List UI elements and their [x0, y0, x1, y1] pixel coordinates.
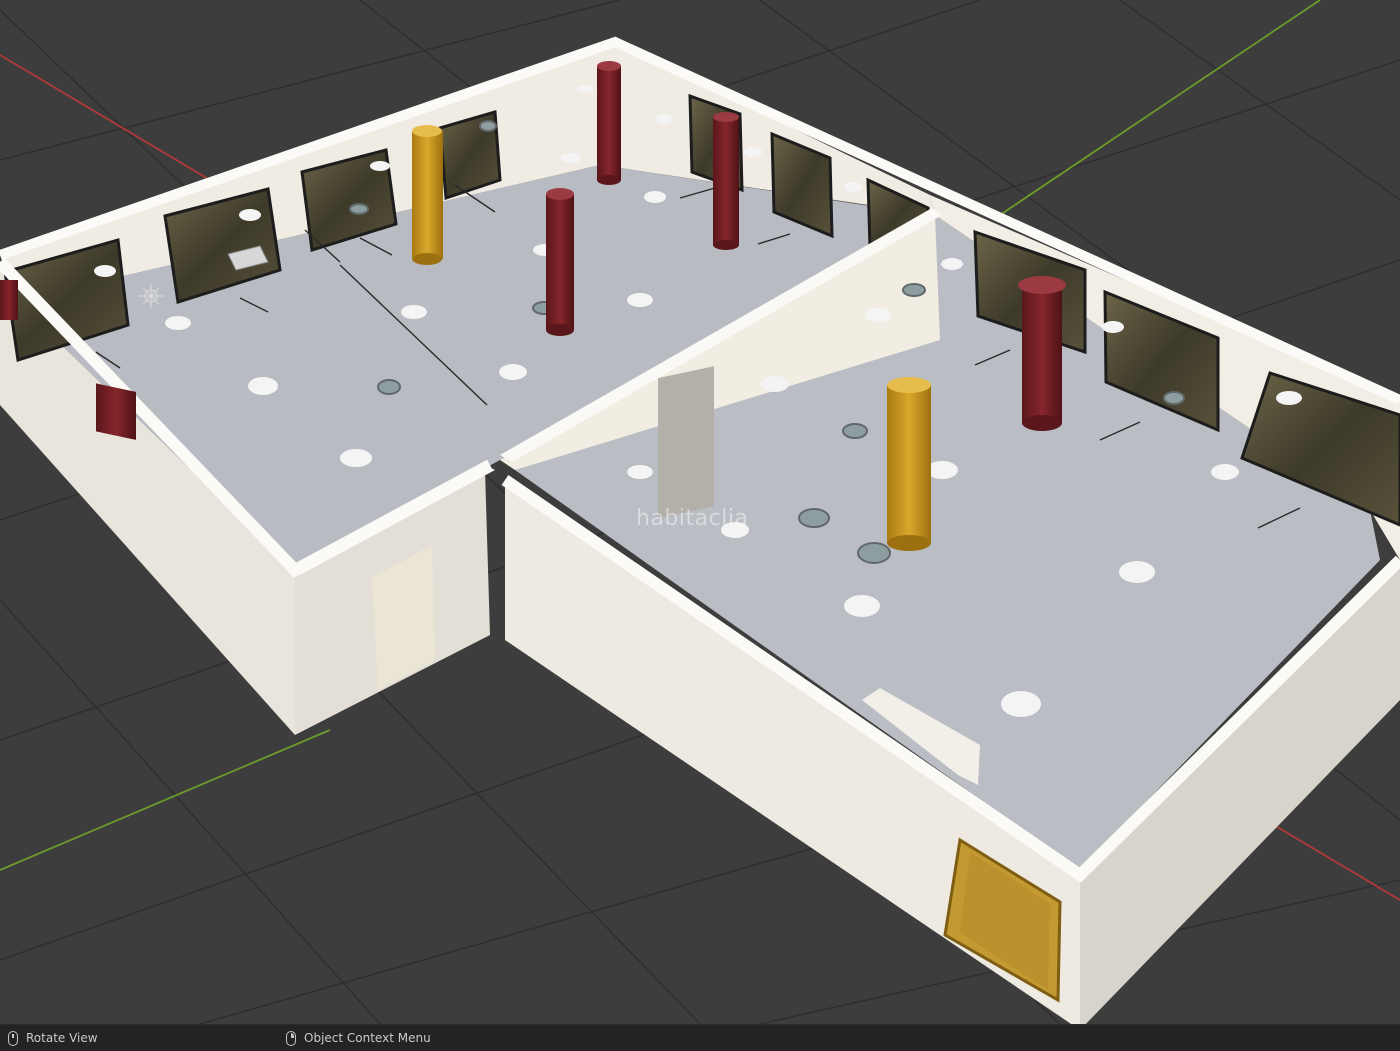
column-red — [0, 280, 18, 320]
object-context-menu-hint: Object Context Menu — [286, 1030, 431, 1046]
column-red — [597, 61, 621, 185]
rotate-view-label: Rotate View — [26, 1031, 98, 1045]
y-axis-line — [999, 0, 1321, 216]
y-axis-line — [0, 729, 331, 871]
watermark-text: habitaclia — [636, 506, 749, 531]
3d-viewport[interactable]: habitaclia — [0, 0, 1400, 1024]
column-red — [713, 112, 739, 250]
column-yellow — [412, 125, 443, 265]
rotate-view-hint: Rotate View — [8, 1030, 98, 1046]
column-red — [96, 383, 136, 440]
object-context-menu-label: Object Context Menu — [304, 1031, 431, 1045]
column-red — [546, 188, 574, 336]
mouse-middle-icon — [8, 1030, 18, 1046]
column-yellow — [887, 377, 931, 551]
status-bar: Rotate View Object Context Menu — [0, 1024, 1400, 1051]
mouse-right-icon — [286, 1030, 296, 1046]
interior-door — [658, 366, 714, 519]
column-red — [1018, 276, 1066, 431]
x-axis-line — [0, 54, 216, 184]
